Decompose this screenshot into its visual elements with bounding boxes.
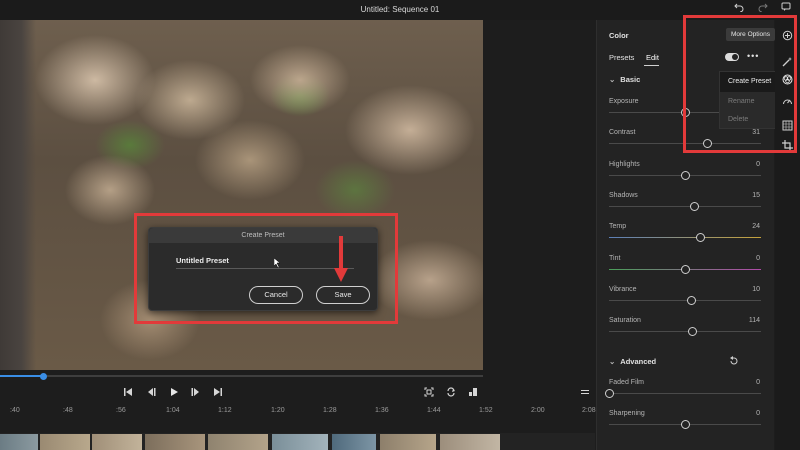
film-thumbnail	[380, 434, 436, 450]
audio-levels-icon[interactable]	[467, 387, 479, 399]
step-back-icon[interactable]	[145, 387, 157, 399]
panel-title: Color	[609, 31, 629, 40]
film-thumbnail	[145, 434, 205, 450]
timecode-label: 1:36	[375, 407, 389, 414]
slider-knob[interactable]	[689, 201, 699, 211]
slider-value[interactable]: 0	[756, 379, 760, 386]
reset-icon[interactable]	[729, 356, 739, 366]
film-thumbnail	[0, 434, 38, 450]
step-forward-icon[interactable]	[190, 387, 202, 399]
slider-knob[interactable]	[688, 327, 698, 337]
slider-value[interactable]: 0	[756, 410, 760, 417]
timecode-label: 1:52	[479, 407, 493, 414]
slider-label: Sharpening	[609, 410, 645, 418]
scrubber-progress	[0, 375, 44, 377]
film-thumbnail	[440, 434, 500, 450]
timecode-label: :56	[116, 407, 126, 414]
timecode-label: :48	[63, 407, 73, 414]
skip-to-start-icon[interactable]	[122, 387, 134, 399]
preset-name-input[interactable]: Untitled Preset	[176, 255, 354, 269]
slider-label: Saturation	[609, 317, 641, 325]
slider-value[interactable]: 24	[752, 223, 760, 230]
timecode-label: 1:04	[166, 407, 180, 414]
section-advanced[interactable]: ⌄ Advanced	[609, 357, 656, 366]
film-thumbnail	[40, 434, 90, 450]
slider-value[interactable]: 15	[752, 192, 760, 199]
slider-knob[interactable]	[680, 264, 690, 274]
slider-label: Shadows	[609, 191, 638, 199]
slider-value[interactable]: 114	[749, 317, 760, 324]
slider-label: Temp	[609, 223, 627, 231]
playhead-handle[interactable]	[39, 373, 47, 380]
slider-label: Tint	[609, 254, 621, 262]
slider-knob[interactable]	[680, 170, 690, 180]
slider-knob[interactable]	[680, 420, 690, 430]
tab-edit[interactable]: Edit	[646, 53, 659, 62]
timeline-menu-icon[interactable]	[579, 387, 591, 399]
slider-value[interactable]: 10	[752, 286, 760, 293]
play-icon[interactable]	[168, 387, 180, 399]
fit-frame-icon[interactable]	[423, 387, 435, 399]
slider-knob[interactable]	[604, 389, 614, 398]
section-advanced-label: Advanced	[620, 357, 657, 366]
slider-label: Vibrance	[609, 285, 637, 293]
slider-track[interactable]	[609, 205, 761, 207]
transport-bar: :40 :48 :56 1:04 1:12 1:20 1:28 1:36 1:4…	[0, 370, 596, 433]
film-thumbnail	[208, 434, 268, 450]
mouse-cursor-icon	[274, 258, 281, 268]
timecode-label: 2:00	[531, 407, 545, 414]
top-bar: Untitled: Sequence 01	[0, 0, 800, 20]
slider-track[interactable]	[609, 393, 761, 394]
section-basic-label: Basic	[620, 75, 641, 84]
slider-value[interactable]: 0	[756, 255, 760, 262]
slider-track[interactable]	[609, 331, 761, 333]
window-title: Untitled: Sequence 01	[360, 5, 440, 14]
video-path-region	[0, 20, 36, 370]
slider-track[interactable]	[609, 299, 761, 301]
save-button[interactable]: Save	[316, 286, 370, 304]
loop-icon[interactable]	[445, 387, 457, 399]
scrubber-track[interactable]	[0, 375, 483, 377]
slider-label: Faded Film	[609, 379, 645, 386]
chevron-down-icon: ⌄	[609, 75, 616, 84]
timecode-label: 2:08	[582, 407, 596, 414]
skip-to-end-icon[interactable]	[212, 387, 224, 399]
timecode-label: 1:28	[323, 407, 337, 414]
active-tab-indicator	[644, 65, 659, 66]
tab-presets[interactable]: Presets	[609, 53, 634, 62]
timecode-label: 1:12	[218, 407, 232, 414]
film-thumbnail	[272, 434, 328, 450]
slider-label: Contrast	[609, 129, 636, 137]
film-thumbnail	[92, 434, 142, 450]
slider-track[interactable]	[609, 237, 761, 239]
timecode-label: :40	[10, 407, 20, 414]
slider-label: Highlights	[609, 160, 640, 168]
timecode-label: 1:44	[427, 407, 441, 414]
cancel-button[interactable]: Cancel	[249, 286, 303, 304]
arrow-to-save-icon	[334, 236, 348, 282]
film-thumbnail	[332, 434, 376, 450]
chevron-down-icon: ⌄	[609, 357, 616, 366]
slider-label: Exposure	[609, 98, 639, 105]
panel-annotation-box	[683, 15, 797, 153]
slider-value[interactable]: 0	[756, 161, 760, 168]
slider-knob[interactable]	[695, 233, 705, 243]
section-basic[interactable]: ⌄ Basic	[609, 75, 640, 84]
filmstrip[interactable]	[0, 433, 595, 450]
timecode-ruler: :40 :48 :56 1:04 1:12 1:20 1:28 1:36 1:4…	[0, 407, 600, 417]
timecode-label: 1:20	[271, 407, 285, 414]
slider-knob[interactable]	[686, 295, 696, 305]
